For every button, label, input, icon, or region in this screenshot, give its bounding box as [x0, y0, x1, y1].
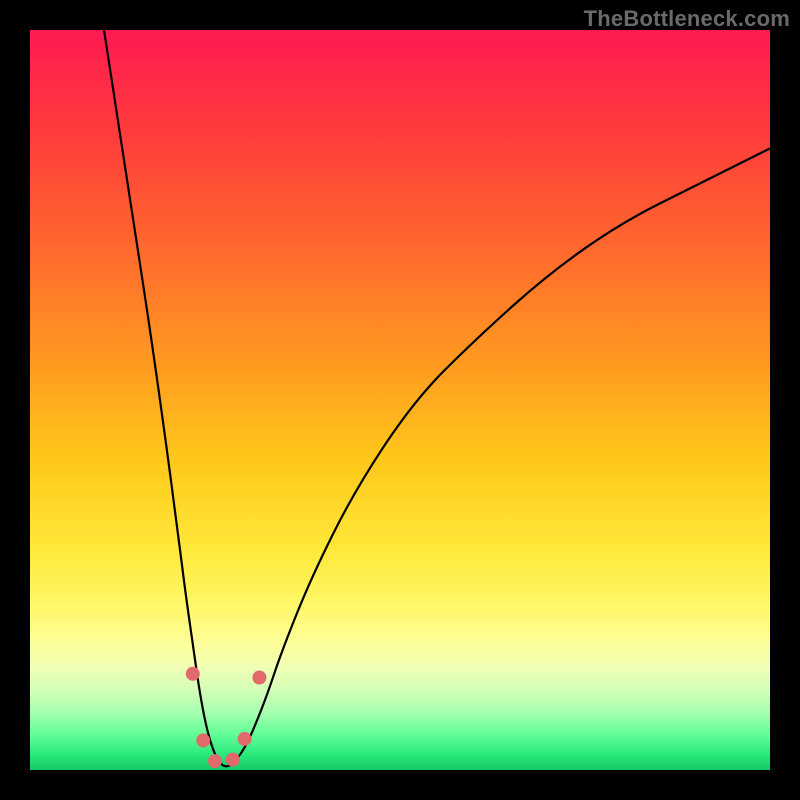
data-marker	[226, 753, 240, 767]
curve-layer	[104, 30, 770, 766]
data-marker	[208, 754, 222, 768]
data-marker	[196, 733, 210, 747]
data-marker	[186, 667, 200, 681]
chart-svg	[30, 30, 770, 770]
watermark-text: TheBottleneck.com	[584, 6, 790, 32]
data-marker	[238, 732, 252, 746]
bottleneck-curve	[104, 30, 770, 766]
chart-frame: TheBottleneck.com	[0, 0, 800, 800]
plot-area	[30, 30, 770, 770]
data-marker	[252, 671, 266, 685]
